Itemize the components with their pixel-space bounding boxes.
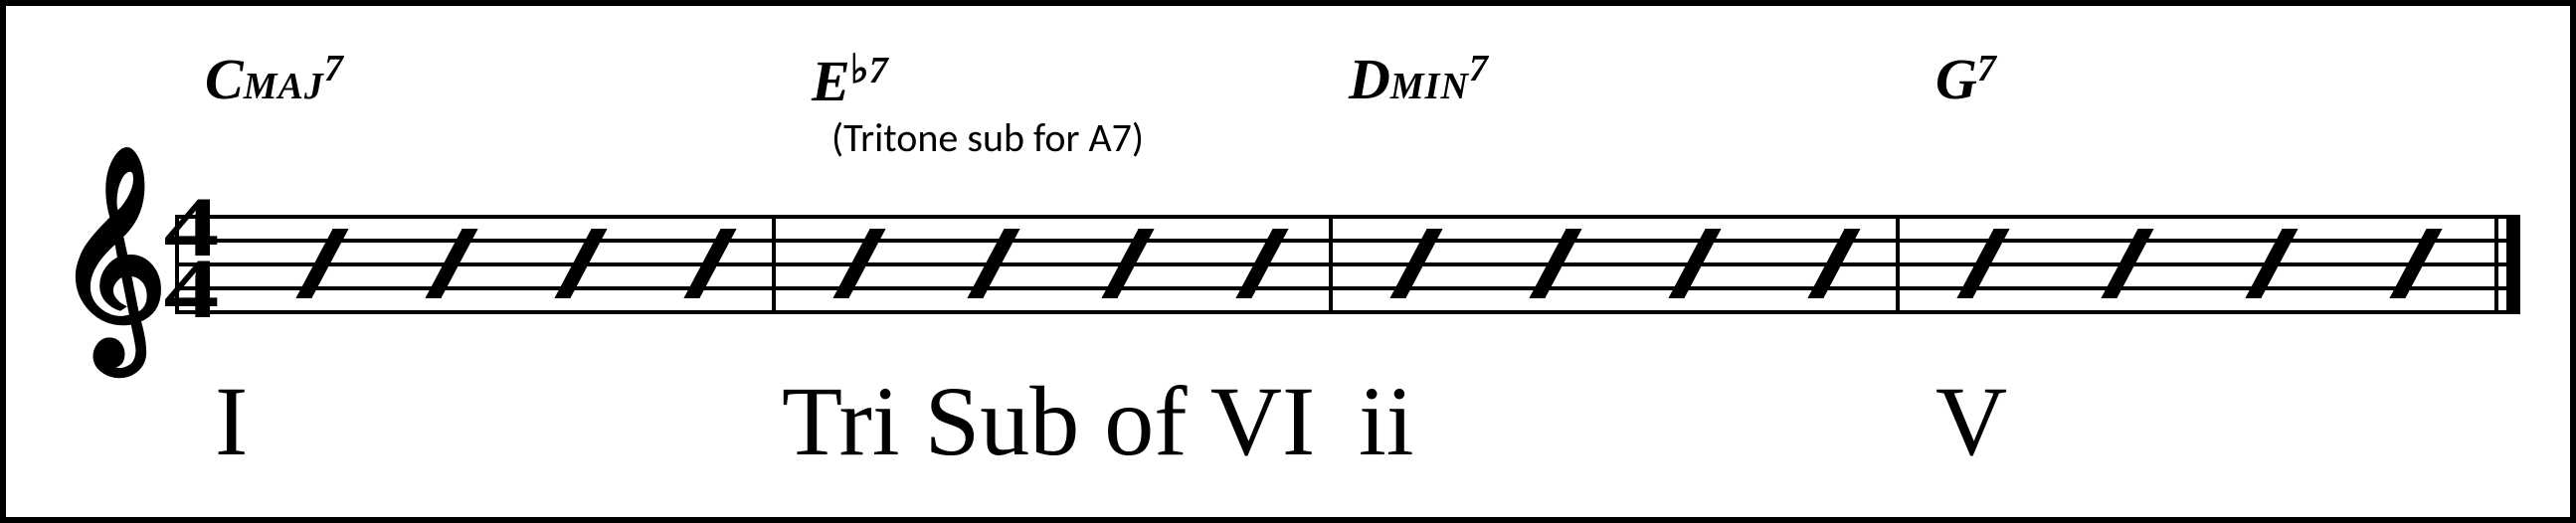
roman-numeral: V — [1935, 364, 2007, 478]
chord-subnote: (Tritone sub for A7) — [831, 113, 1144, 162]
chord-symbol: CMAJ7 — [205, 46, 343, 112]
staff-line — [175, 310, 2520, 314]
chord-symbol: G7 — [1935, 46, 1996, 112]
roman-numeral: I — [215, 364, 248, 478]
staff: 𝄞 4 4 — [56, 215, 2520, 334]
chord-root: D — [1349, 47, 1390, 111]
roman-numeral: Tri Sub of VI — [782, 364, 1315, 478]
flat-icon: ♭ — [850, 47, 869, 91]
chord-symbol: E♭7 — [812, 46, 888, 114]
chord-root: G — [1935, 47, 1977, 111]
barline — [1329, 215, 1333, 310]
score-content: CMAJ7 E♭7 (Tritone sub for A7) DMIN7 G7 — [46, 26, 2530, 507]
final-barline-thick — [2506, 215, 2520, 310]
chord-alteration: 7 — [324, 48, 343, 89]
score-frame: CMAJ7 E♭7 (Tritone sub for A7) DMIN7 G7 — [0, 0, 2576, 523]
barline — [175, 215, 179, 310]
chord-quality: MAJ — [244, 66, 324, 107]
barline — [772, 215, 776, 310]
roman-numeral: ii — [1359, 364, 1414, 478]
staff-wrap: 𝄞 4 4 — [56, 215, 2520, 334]
staff-line — [175, 239, 2520, 243]
chord-alteration: 7 — [869, 50, 888, 91]
chord-quality: MIN — [1390, 66, 1469, 107]
final-barline-thin — [2494, 215, 2498, 310]
chord-alteration: 7 — [1977, 48, 1996, 89]
timesig-bottom: 4 — [164, 259, 220, 320]
time-signature: 4 4 — [164, 197, 220, 320]
staff-line — [175, 215, 2520, 219]
chord-root: C — [205, 47, 244, 111]
staff-line — [175, 286, 2520, 290]
chord-alteration: 7 — [1469, 48, 1488, 89]
chord-symbol: DMIN7 — [1349, 46, 1488, 112]
chord-row: CMAJ7 E♭7 (Tritone sub for A7) DMIN7 G7 — [46, 46, 2530, 115]
staff-line — [175, 262, 2520, 266]
chord-root: E — [812, 49, 850, 113]
treble-clef-icon: 𝄞 — [56, 163, 167, 352]
barline — [1896, 215, 1900, 310]
